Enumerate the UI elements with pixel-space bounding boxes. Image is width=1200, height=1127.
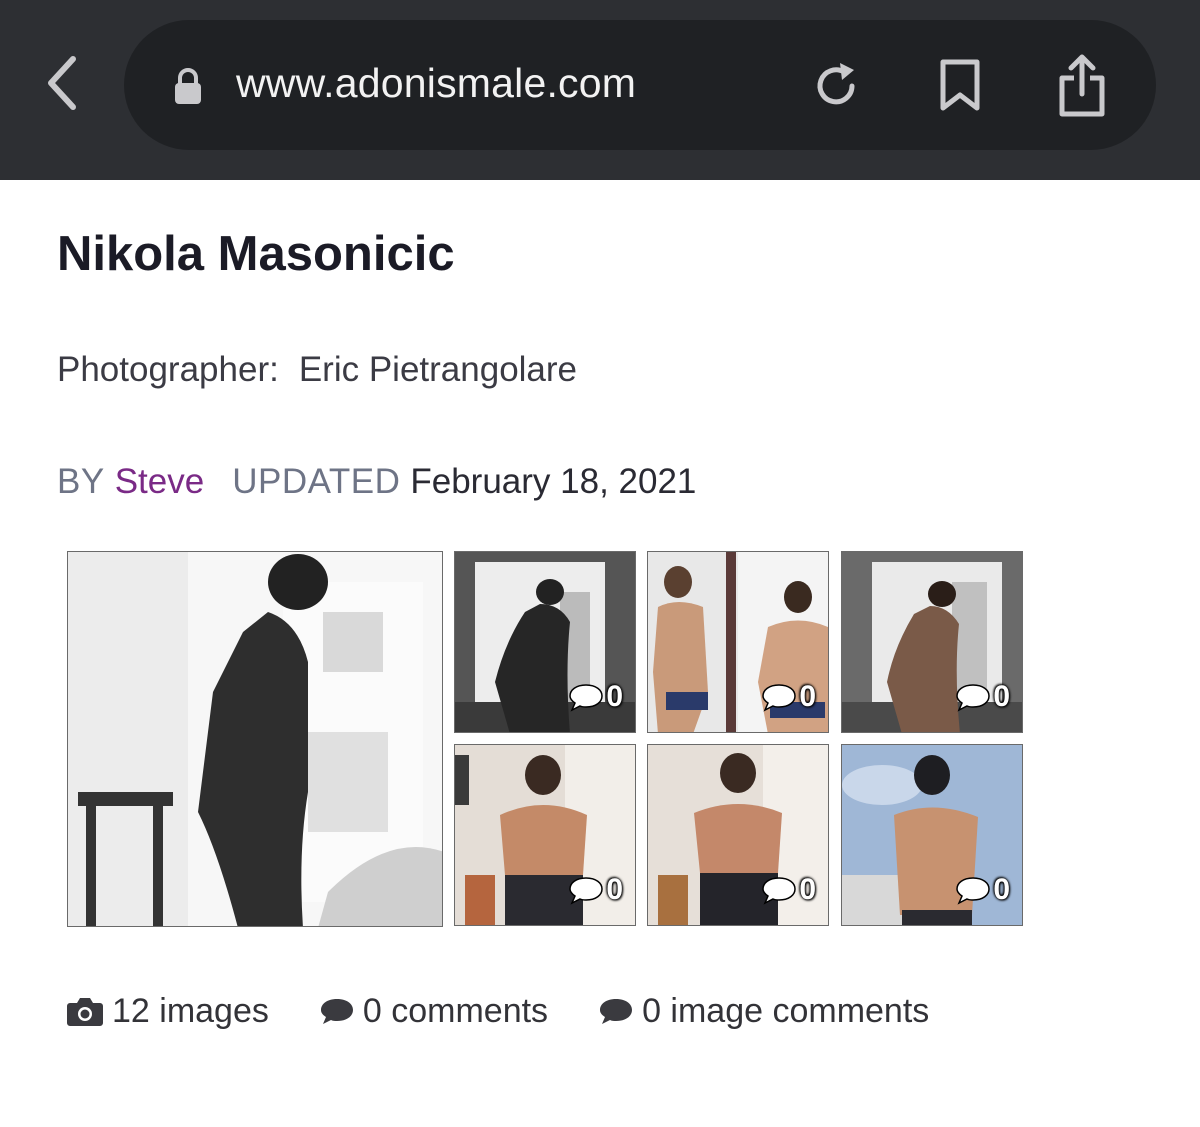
- thumb-comment-count: 0: [606, 680, 623, 713]
- comments-count[interactable]: 0 comments: [319, 992, 548, 1031]
- images-count-label: 12 images: [112, 991, 269, 1030]
- comment-bubble-icon: [762, 684, 797, 712]
- thumb-comment-badge: 0: [568, 680, 623, 714]
- gallery-thumb[interactable]: 0: [454, 744, 636, 926]
- thumb-comment-badge: 0: [955, 873, 1010, 907]
- thumb-comment-badge: 0: [955, 680, 1010, 714]
- camera-icon: [67, 998, 103, 1026]
- photographer-label: Photographer:: [57, 350, 279, 389]
- thumb-comment-count: 0: [799, 873, 816, 906]
- reload-icon: [817, 63, 855, 105]
- bookmark-icon: [940, 59, 980, 111]
- comment-bubble-icon: [956, 684, 991, 712]
- thumb-comment-count: 0: [993, 873, 1010, 906]
- url-text[interactable]: www.adonismale.com: [236, 60, 636, 107]
- images-count[interactable]: 12 images: [66, 992, 269, 1031]
- thumb-comment-count: 0: [993, 680, 1010, 713]
- thumb-comment-badge: 0: [761, 873, 816, 907]
- updated-label: UPDATED: [232, 462, 401, 501]
- thumb-comment-count: 0: [799, 680, 816, 713]
- post-stats: 12 images 0 comments 0 image comments: [66, 988, 929, 1034]
- back-button[interactable]: [36, 50, 86, 116]
- gallery-thumb[interactable]: 0: [841, 744, 1023, 926]
- author-link[interactable]: Steve: [115, 462, 205, 501]
- share-button[interactable]: [1050, 54, 1114, 118]
- photographer-line: Photographer: Eric Pietrangolare: [57, 350, 577, 390]
- comment-bubble-icon: [320, 999, 353, 1024]
- gallery-main-image[interactable]: [67, 551, 443, 927]
- post-meta: BY Steve UPDATED February 18, 2021: [57, 462, 696, 502]
- chevron-left-icon: [48, 56, 76, 110]
- bookmark-button[interactable]: [928, 54, 992, 118]
- lock-icon: [175, 68, 201, 104]
- page-title: Nikola Masonicic: [57, 227, 455, 281]
- comment-bubble-icon: [762, 877, 797, 905]
- thumb-comment-count: 0: [606, 873, 623, 906]
- comment-bubble-icon: [569, 684, 604, 712]
- by-label: BY: [57, 462, 105, 501]
- address-bar[interactable]: www.adonismale.com: [124, 20, 1156, 150]
- reload-button[interactable]: [804, 54, 868, 118]
- gallery-thumb[interactable]: 0: [841, 551, 1023, 733]
- share-icon: [1059, 54, 1105, 117]
- gallery-thumb[interactable]: 0: [647, 744, 829, 926]
- gallery-thumb[interactable]: 0: [647, 551, 829, 733]
- updated-date: February 18, 2021: [410, 462, 697, 501]
- thumb-comment-badge: 0: [761, 680, 816, 714]
- gallery-thumb[interactable]: 0: [454, 551, 636, 733]
- comment-bubble-icon: [569, 877, 604, 905]
- comment-bubble-icon: [956, 877, 991, 905]
- photographer-name: Eric Pietrangolare: [298, 350, 578, 389]
- comments-count-label: 0 comments: [362, 991, 549, 1030]
- thumb-comment-badge: 0: [568, 873, 623, 907]
- image-comments-count[interactable]: 0 image comments: [598, 992, 929, 1031]
- image-comments-count-label: 0 image comments: [642, 991, 930, 1030]
- comment-bubble-icon: [600, 999, 633, 1024]
- browser-toolbar: www.adonismale.com: [0, 0, 1200, 180]
